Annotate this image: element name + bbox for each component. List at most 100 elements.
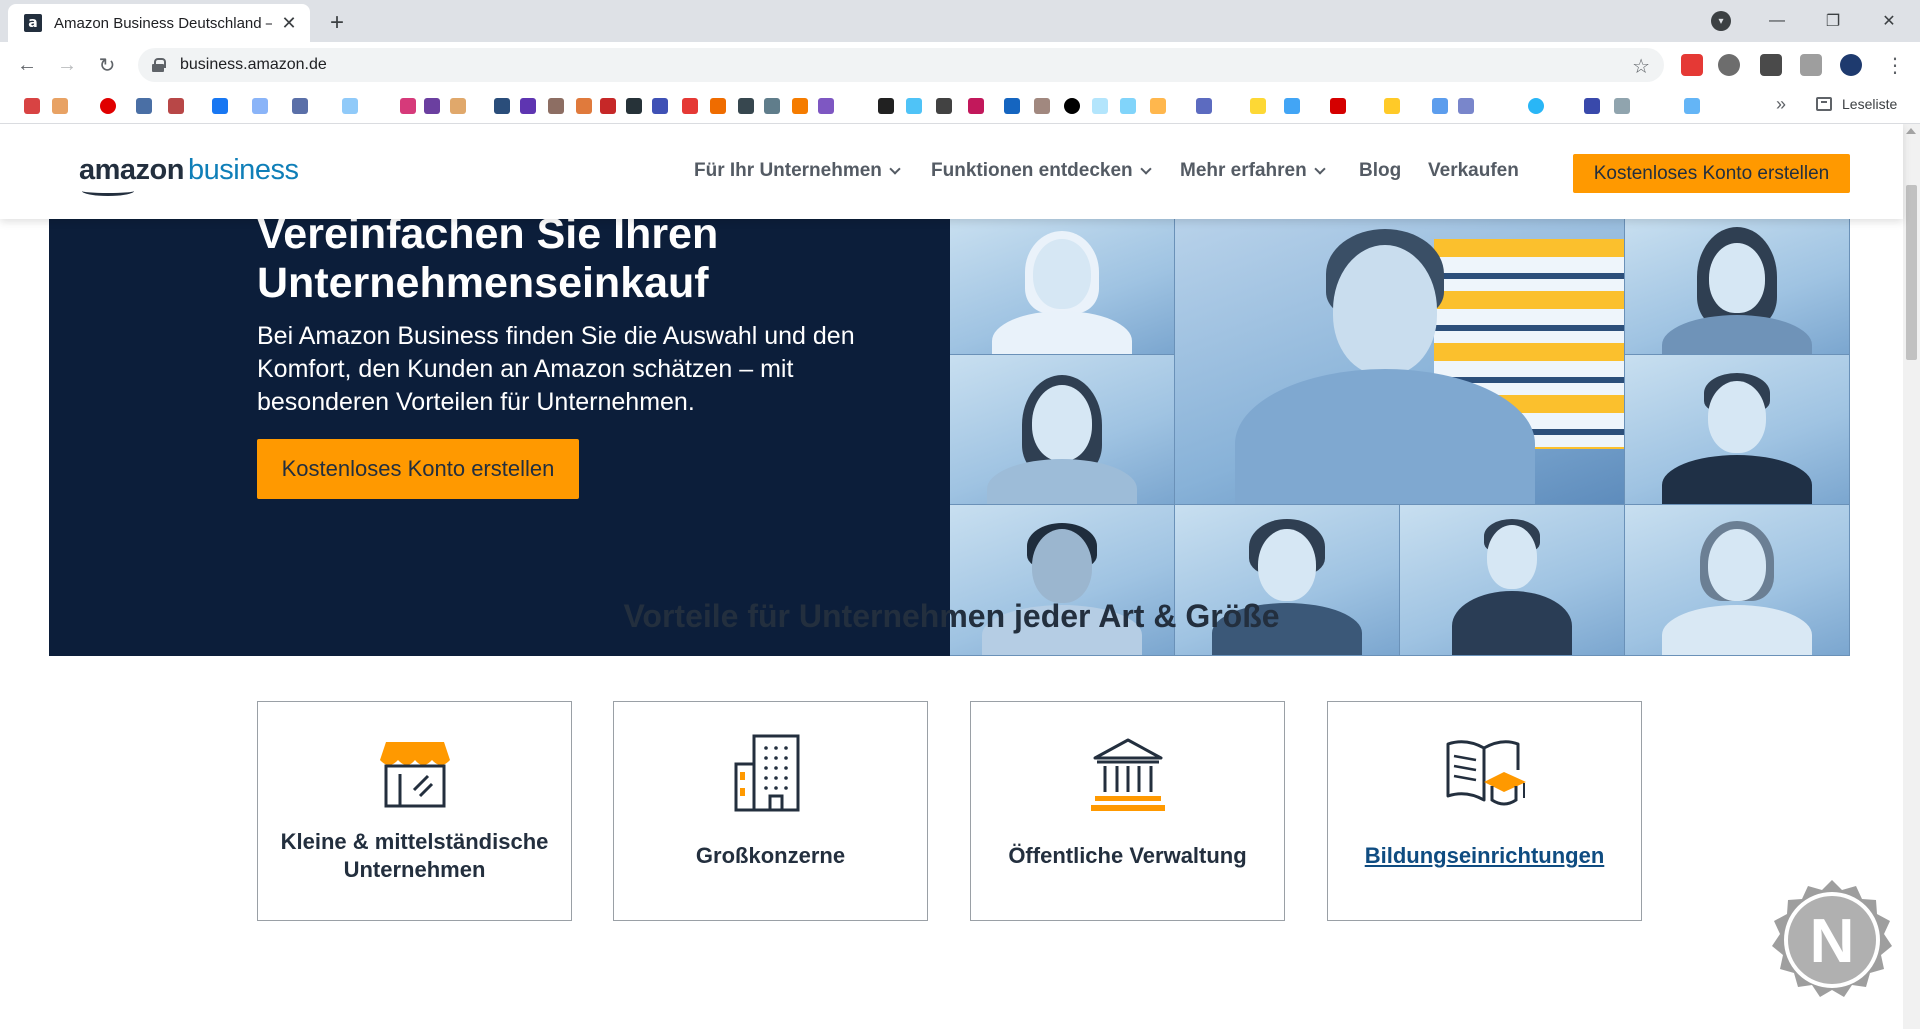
- logo-business-text: business: [187, 154, 299, 186]
- address-bar[interactable]: business.amazon.de ☆: [138, 48, 1664, 82]
- bookmark-icon[interactable]: [100, 98, 116, 114]
- header-create-account-button[interactable]: Kostenloses Konto erstellen: [1573, 154, 1850, 193]
- amazon-business-logo[interactable]: amazon business: [79, 154, 299, 196]
- extension-icon[interactable]: [1760, 54, 1782, 76]
- bookmark-icon[interactable]: [906, 98, 922, 114]
- benefit-card-corporations[interactable]: Großkonzerne: [613, 701, 928, 921]
- bookmark-icon[interactable]: [968, 98, 984, 114]
- bookmark-icon[interactable]: [520, 98, 536, 114]
- hero-create-account-button[interactable]: Kostenloses Konto erstellen: [257, 439, 579, 499]
- lock-icon[interactable]: [152, 58, 166, 72]
- back-arrow-icon[interactable]: ←: [12, 50, 42, 80]
- benefits-section-title: Vorteile für Unternehmen jeder Art & Grö…: [623, 598, 1280, 634]
- restore-window-button[interactable]: ❐: [1809, 4, 1857, 38]
- bookmark-icon[interactable]: [252, 98, 268, 114]
- tab-search-icon[interactable]: ▾: [1711, 11, 1731, 31]
- bookmark-star-icon[interactable]: ☆: [1632, 54, 1650, 79]
- browser-tab-active[interactable]: a Amazon Business Deutschland – … ✕: [8, 4, 310, 42]
- extension-icon[interactable]: [1800, 54, 1822, 76]
- benefit-card-label: Kleine & mittelständische Unternehmen: [280, 829, 549, 882]
- bookmark-icon[interactable]: [450, 98, 466, 114]
- n-seal-badge-icon: N: [1772, 880, 1892, 997]
- logo-amazon-text: amazon: [79, 154, 184, 186]
- bookmark-icon[interactable]: [1614, 98, 1630, 114]
- bookmark-icon[interactable]: [738, 98, 754, 114]
- collage-photo: [950, 355, 1175, 505]
- extension-icon[interactable]: [1840, 54, 1862, 76]
- bookmark-icon[interactable]: [818, 98, 834, 114]
- bookmark-icon[interactable]: [1528, 98, 1544, 114]
- benefit-card-public-administration[interactable]: Öffentliche Verwaltung: [970, 701, 1285, 921]
- benefit-card-link-label[interactable]: Bildungseinrichtungen: [1328, 842, 1641, 870]
- benefit-card-small-business[interactable]: Kleine & mittelständische Unternehmen: [257, 701, 572, 921]
- bookmark-icon[interactable]: [626, 98, 642, 114]
- site-header: amazon business Für Ihr Unternehmen Funk…: [0, 124, 1903, 219]
- bookmark-icon[interactable]: [764, 98, 780, 114]
- reload-icon[interactable]: ↻: [92, 50, 122, 80]
- bookmark-icon[interactable]: [1684, 98, 1700, 114]
- bookmark-icon[interactable]: [292, 98, 308, 114]
- bookmark-icon[interactable]: [1004, 98, 1020, 114]
- extension-icon[interactable]: [1681, 54, 1703, 76]
- nav-item-blog[interactable]: Blog: [1359, 160, 1401, 182]
- amazon-smile-icon: [82, 186, 134, 196]
- bookmark-icon[interactable]: [1120, 98, 1136, 114]
- forward-arrow-icon[interactable]: →: [52, 50, 82, 80]
- chevron-down-icon: [889, 162, 901, 175]
- bookmark-icon[interactable]: [1284, 98, 1300, 114]
- bookmark-icon[interactable]: [1196, 98, 1212, 114]
- office-building-icon: [734, 734, 799, 812]
- bookmark-icon[interactable]: [1064, 98, 1080, 114]
- nav-item-label: Funktionen entdecken: [931, 160, 1133, 181]
- bookmark-icon[interactable]: [424, 98, 440, 114]
- bookmark-icon[interactable]: [1432, 98, 1448, 114]
- bookmark-icon[interactable]: [878, 98, 894, 114]
- scrollbar-thumb[interactable]: [1906, 185, 1917, 360]
- bookmark-icon[interactable]: [652, 98, 668, 114]
- bookmark-icon[interactable]: [682, 98, 698, 114]
- bookmark-icon[interactable]: [168, 98, 184, 114]
- bookmark-icon[interactable]: [792, 98, 808, 114]
- bookmark-icon[interactable]: [548, 98, 564, 114]
- storefront-icon: [379, 742, 450, 808]
- bookmark-icon[interactable]: [936, 98, 952, 114]
- collage-photo-main: [1175, 219, 1625, 505]
- reading-list-button[interactable]: Leseliste: [1816, 96, 1897, 112]
- collage-photo: [950, 219, 1175, 355]
- extension-icon[interactable]: [1718, 54, 1740, 76]
- close-window-button[interactable]: ✕: [1865, 4, 1913, 38]
- url-text[interactable]: business.amazon.de: [180, 56, 327, 74]
- nav-item-mehr-erfahren[interactable]: Mehr erfahren: [1180, 160, 1326, 182]
- bookmark-icon[interactable]: [1384, 98, 1400, 114]
- new-tab-button[interactable]: +: [322, 8, 352, 38]
- bookmark-icon[interactable]: [52, 98, 68, 114]
- bookmark-icon[interactable]: [342, 98, 358, 114]
- scroll-up-arrow-icon[interactable]: [1906, 128, 1916, 134]
- bookmark-icon[interactable]: [1250, 98, 1266, 114]
- page-scrollbar[interactable]: [1903, 124, 1920, 1029]
- bookmark-icon[interactable]: [1458, 98, 1474, 114]
- bookmark-icon[interactable]: [212, 98, 228, 114]
- more-bookmarks-button[interactable]: »: [1776, 94, 1786, 115]
- bookmark-icon[interactable]: [1092, 98, 1108, 114]
- bookmark-icon[interactable]: [576, 98, 592, 114]
- bookmark-icon[interactable]: [24, 98, 40, 114]
- close-tab-icon[interactable]: ✕: [278, 12, 300, 34]
- bookmark-icon[interactable]: [1330, 98, 1346, 114]
- svg-text:N: N: [1810, 907, 1855, 976]
- bookmark-icon[interactable]: [400, 98, 416, 114]
- bookmark-icon[interactable]: [710, 98, 726, 114]
- bookmarks-bar: » Leseliste: [0, 88, 1920, 124]
- minimize-window-button[interactable]: —: [1753, 4, 1801, 38]
- bookmark-icon[interactable]: [136, 98, 152, 114]
- nav-item-funktionen-entdecken[interactable]: Funktionen entdecken: [931, 160, 1152, 182]
- bookmark-icon[interactable]: [1150, 98, 1166, 114]
- bookmark-icon[interactable]: [1584, 98, 1600, 114]
- bookmark-icon[interactable]: [494, 98, 510, 114]
- bookmark-icon[interactable]: [1034, 98, 1050, 114]
- benefit-card-education[interactable]: Bildungseinrichtungen: [1327, 701, 1642, 921]
- nav-item-fuer-ihr-unternehmen[interactable]: Für Ihr Unternehmen: [694, 160, 901, 182]
- nav-item-verkaufen[interactable]: Verkaufen: [1428, 160, 1519, 182]
- bookmark-icon[interactable]: [600, 98, 616, 114]
- browser-menu-icon[interactable]: ⋮: [1880, 50, 1910, 80]
